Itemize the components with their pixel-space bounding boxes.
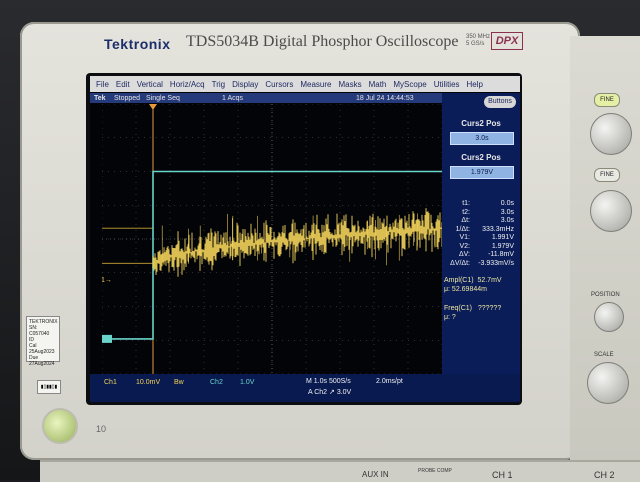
menu-utilities[interactable]: Utilities	[434, 80, 460, 89]
asset-barcode-sticker: ▮▯▮▮▯▮	[37, 380, 61, 394]
buttons-button[interactable]: Buttons	[484, 96, 516, 108]
cursor-readout-value: 1.979V	[491, 242, 514, 250]
curs2-pos-time-field[interactable]: 3.0s	[450, 132, 514, 145]
menu-vertical[interactable]: Vertical	[137, 80, 163, 89]
curs2-pos-title-2: Curs2 Pos	[461, 153, 501, 162]
cursor-readout-key: ΔV/Δt:	[450, 259, 470, 267]
menu-cursors[interactable]: Cursors	[265, 80, 293, 89]
fine-button-1[interactable]: FINE	[594, 93, 620, 107]
menu-horiz-acq[interactable]: Horiz/Acq	[170, 80, 205, 89]
curs2-pos-volt-field[interactable]: 1.979V	[450, 166, 514, 179]
cursor-readout-row: Δt: 3.0s	[444, 217, 518, 226]
cursor-readout-key: V2:	[459, 242, 470, 250]
menu-masks[interactable]: Masks	[338, 80, 361, 89]
cursor-readout-key: 1/Δt:	[455, 225, 470, 233]
calibration-sticker: TEKTRONIX SN: C057040 ID Cal 25Aug2023 D…	[26, 316, 60, 367]
status-acqs: 1 Acqs	[222, 94, 244, 102]
cursor-readout-row: V1: 1.991V	[444, 234, 518, 243]
cursor-readout-value: 3.0s	[500, 208, 514, 216]
cursor-readout-table: t1: 0.0s t2: 3.0s Δt: 3.0s 1/Δt: 333.3mHz V1: 1.9…	[444, 200, 518, 268]
cursor-readout-row: V2: 1.979V	[444, 243, 518, 252]
cursor-readout-value: -11.8mV	[488, 251, 514, 258]
ch1-label[interactable]: Ch1	[104, 379, 117, 386]
trigger-position-marker	[149, 104, 157, 110]
model-name: TDS5034B Digital Phosphor Oscilloscope	[186, 33, 459, 50]
front-connector-strip	[40, 460, 640, 482]
ch1-input-label: CH 1	[492, 470, 513, 480]
brand-logo: Tektronix	[104, 36, 171, 52]
position-label: POSITION	[591, 292, 620, 298]
measurement-frequency: Freq(C1) ?????? μ: ?	[444, 305, 502, 321]
menu-file[interactable]: File	[96, 80, 109, 89]
cursor-readout-value: 333.3mHz	[482, 225, 514, 233]
menu-trig[interactable]: Trig	[212, 80, 225, 89]
oscilloscope-display: File Edit Vertical Horiz/Acq Trig Displa…	[90, 76, 520, 402]
waveform-graticule: 1→	[102, 104, 442, 374]
status-datetime: 18 Jul 24 14:44:53	[356, 94, 414, 102]
ch2-input-label: CH 2	[594, 470, 615, 480]
vertical-position-knob[interactable]	[594, 302, 624, 332]
dpx-logo: DPX	[491, 32, 523, 50]
cursor-readout-key: ΔV:	[458, 251, 470, 258]
menu-math[interactable]: Math	[369, 80, 387, 89]
acquisition-status-bar: Tek Stopped Single Seq 1 Acqs 18 Jul 24 …	[90, 93, 442, 103]
aux-in-label: AUX IN	[362, 470, 389, 479]
vertical-scale-knob[interactable]	[587, 362, 629, 404]
menu-bar: File Edit Vertical Horiz/Acq Trig Displa…	[90, 76, 520, 92]
cursor-readout-row: t1: 0.0s	[444, 200, 518, 209]
status-state: Stopped	[114, 94, 141, 102]
ch1-scale: 10.0mV	[136, 379, 161, 386]
ch1-waveform	[152, 208, 442, 277]
status-mode: Single Seq	[146, 94, 180, 102]
probe-comp-label: PROBE COMP	[418, 468, 452, 474]
cursor-readout-value: 0.0s	[500, 200, 514, 207]
cursor-readout-row: ΔV/Δt: -3.933mV/s	[444, 260, 518, 269]
menu-edit[interactable]: Edit	[116, 80, 130, 89]
cursor-readout-key: t2:	[462, 208, 470, 216]
trigger-readout[interactable]: A Ch2 ↗ 3.0V	[308, 388, 351, 396]
cursor-readout-value: 3.0s	[500, 217, 514, 224]
measurement-amplitude: Ampl(C1) 52.7mV μ: 52.69844m	[444, 277, 502, 293]
cursor-readout-row: t2: 3.0s	[444, 209, 518, 218]
ch2-ground-marker	[102, 334, 112, 343]
menu-help[interactable]: Help	[467, 80, 483, 89]
bandwidth-indicator: Bw	[174, 379, 184, 386]
cursor-readout-value: -3.933mV/s	[478, 259, 514, 267]
cursor-readout-row: 1/Δt: 333.3mHz	[444, 226, 518, 235]
power-button[interactable]	[42, 408, 78, 444]
bezel-marking: 10	[96, 424, 107, 434]
cursor-readout-key: t1:	[462, 200, 470, 207]
multipurpose-knob-2[interactable]	[590, 190, 632, 232]
timebase-readout[interactable]: M 1.0s 500S/s	[306, 378, 351, 385]
scale-label: SCALE	[594, 352, 614, 358]
curs2-pos-title: Curs2 Pos	[461, 119, 501, 128]
channel-settings-bar: Ch1 10.0mV Bw Ch2 1.0V M 1.0s 500S/s 2.0…	[90, 374, 520, 402]
menu-measure[interactable]: Measure	[300, 80, 331, 89]
multipurpose-knob-1[interactable]	[590, 113, 632, 155]
fine-button-2[interactable]: FINE	[594, 168, 620, 182]
menu-display[interactable]: Display	[232, 80, 258, 89]
cursor-readout-key: Δt:	[461, 217, 470, 224]
ch2-label[interactable]: Ch2	[210, 379, 223, 386]
sample-interval: 2.0ms/pt	[376, 378, 403, 385]
cursor-readout-value: 1.991V	[491, 234, 514, 241]
cursor-readout-row: ΔV: -11.8mV	[444, 251, 518, 260]
status-tek: Tek	[94, 94, 106, 102]
ch2-scale: 1.0V	[240, 379, 255, 386]
readout-panel: Buttons Curs2 Pos 3.0s Curs2 Pos 1.979V …	[442, 93, 520, 383]
menu-myscope[interactable]: MyScope	[393, 80, 426, 89]
ch1-ground-marker: 1→	[102, 277, 112, 284]
spec-label: 350 MHz 5 GS/s	[466, 34, 491, 47]
cursor-readout-key: V1:	[459, 234, 470, 241]
